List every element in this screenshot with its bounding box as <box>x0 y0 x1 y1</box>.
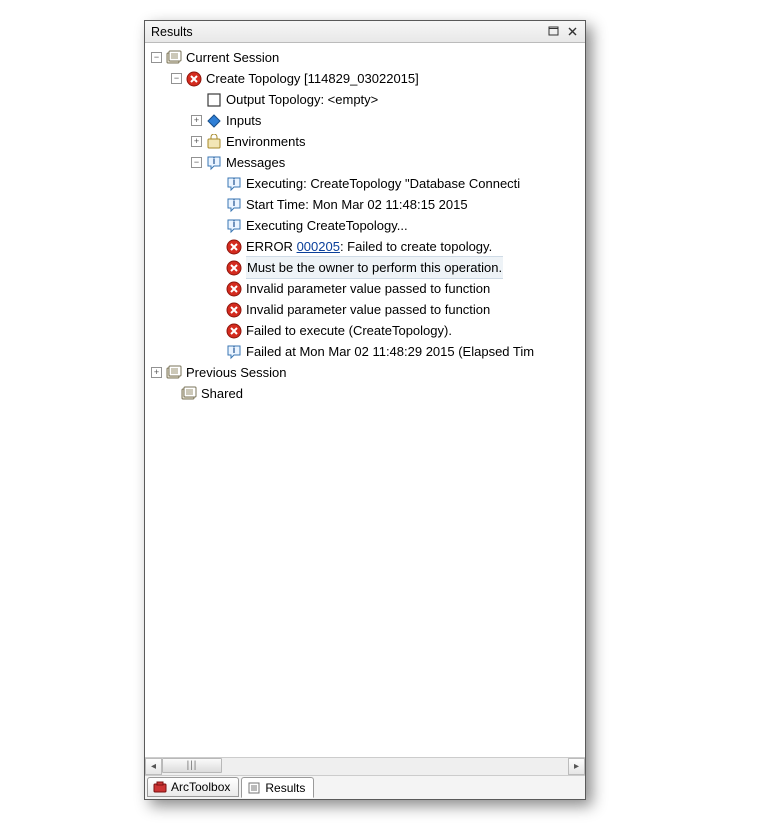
message-text: Must be the owner to perform this operat… <box>246 256 503 279</box>
tab-arctoolbox[interactable]: ArcToolbox <box>147 777 239 797</box>
arctoolbox-icon <box>152 779 168 795</box>
results-panel: Results − Current Session <box>144 20 586 800</box>
collapse-icon[interactable]: − <box>191 157 202 168</box>
restore-button[interactable] <box>545 24 563 40</box>
node-inputs[interactable]: + Inputs <box>149 110 585 131</box>
info-icon: i <box>226 197 242 213</box>
node-shared[interactable]: Shared <box>149 383 585 404</box>
svg-text:i: i <box>213 156 216 166</box>
message-text: Failed at Mon Mar 02 11:48:29 2015 (Elap… <box>246 341 534 362</box>
session-icon <box>166 50 182 66</box>
session-icon <box>166 365 182 381</box>
message-row[interactable]: Must be the owner to perform this operat… <box>149 257 585 278</box>
node-previous-session[interactable]: + Previous Session <box>149 362 585 383</box>
tab-bar: ArcToolbox Results <box>145 775 585 799</box>
scroll-left-icon[interactable]: ◂ <box>145 758 162 775</box>
node-label: Output Topology: <empty> <box>226 89 378 110</box>
info-icon: i <box>226 218 242 234</box>
message-row[interactable]: i Executing: CreateTopology "Database Con… <box>149 173 585 194</box>
message-row[interactable]: Invalid parameter value passed to functi… <box>149 299 585 320</box>
svg-text:i: i <box>233 177 236 187</box>
message-row[interactable]: i Start Time: Mon Mar 02 11:48:15 2015 <box>149 194 585 215</box>
error-icon <box>226 323 242 339</box>
tree-area: − Current Session − Create Topology [114… <box>145 43 585 757</box>
tab-label: ArcToolbox <box>171 780 230 794</box>
expand-icon[interactable]: + <box>151 367 162 378</box>
node-label: Inputs <box>226 110 261 131</box>
titlebar: Results <box>145 21 585 43</box>
message-row[interactable]: ERROR 000205: Failed to create topology. <box>149 236 585 257</box>
node-output-topology[interactable]: Output Topology: <empty> <box>149 89 585 110</box>
results-icon <box>246 780 262 796</box>
node-label: Shared <box>201 383 243 404</box>
node-label: Environments <box>226 131 305 152</box>
close-icon <box>567 26 578 37</box>
expand-icon[interactable]: + <box>191 115 202 126</box>
svg-text:i: i <box>233 345 236 355</box>
node-messages[interactable]: − i Messages i Executing: CreateTopology … <box>149 152 585 362</box>
node-label: Current Session <box>186 47 279 68</box>
tab-results[interactable]: Results <box>241 777 314 798</box>
svg-text:i: i <box>233 198 236 208</box>
message-row[interactable]: i Failed at Mon Mar 02 11:48:29 2015 (Ela… <box>149 341 585 362</box>
node-create-topology[interactable]: − Create Topology [114829_03022015] Outp… <box>149 68 585 362</box>
collapse-icon[interactable]: − <box>171 73 182 84</box>
error-icon <box>226 260 242 276</box>
scroll-track[interactable]: ||| <box>162 758 568 775</box>
node-current-session[interactable]: − Current Session − Create Topology [114… <box>149 47 585 362</box>
node-label: Create Topology [114829_03022015] <box>206 68 419 89</box>
message-row[interactable]: Failed to execute (CreateTopology). <box>149 320 585 341</box>
collapse-icon[interactable]: − <box>151 52 162 63</box>
horizontal-scrollbar[interactable]: ◂ ||| ▸ <box>145 757 585 775</box>
expand-icon[interactable]: + <box>191 136 202 147</box>
node-label: Previous Session <box>186 362 286 383</box>
message-text: Invalid parameter value passed to functi… <box>246 278 490 299</box>
message-row[interactable]: i Executing CreateTopology... <box>149 215 585 236</box>
svg-text:i: i <box>233 219 236 229</box>
message-text: ERROR 000205: Failed to create topology. <box>246 236 492 257</box>
close-button[interactable] <box>563 24 581 40</box>
info-icon: i <box>226 344 242 360</box>
error-code-link[interactable]: 000205 <box>297 239 340 254</box>
message-text: Failed to execute (CreateTopology). <box>246 320 452 341</box>
scroll-right-icon[interactable]: ▸ <box>568 758 585 775</box>
message-text: Invalid parameter value passed to functi… <box>246 299 490 320</box>
info-icon: i <box>226 176 242 192</box>
restore-icon <box>548 26 560 37</box>
error-icon <box>226 281 242 297</box>
tab-label: Results <box>265 781 305 795</box>
environments-icon <box>206 134 222 150</box>
message-text: Executing CreateTopology... <box>246 215 408 236</box>
node-label: Messages <box>226 152 285 173</box>
error-icon <box>186 71 202 87</box>
info-icon: i <box>206 155 222 171</box>
window-title: Results <box>149 25 545 39</box>
scroll-thumb[interactable]: ||| <box>162 758 222 773</box>
message-text: Executing: CreateTopology "Database Conn… <box>246 173 520 194</box>
inputs-icon <box>206 113 222 129</box>
message-row[interactable]: Invalid parameter value passed to functi… <box>149 278 585 299</box>
node-environments[interactable]: + Environments <box>149 131 585 152</box>
error-icon <box>226 239 242 255</box>
error-icon <box>226 302 242 318</box>
message-text: Start Time: Mon Mar 02 11:48:15 2015 <box>246 194 468 215</box>
empty-layer-icon <box>206 92 222 108</box>
session-icon <box>181 386 197 402</box>
